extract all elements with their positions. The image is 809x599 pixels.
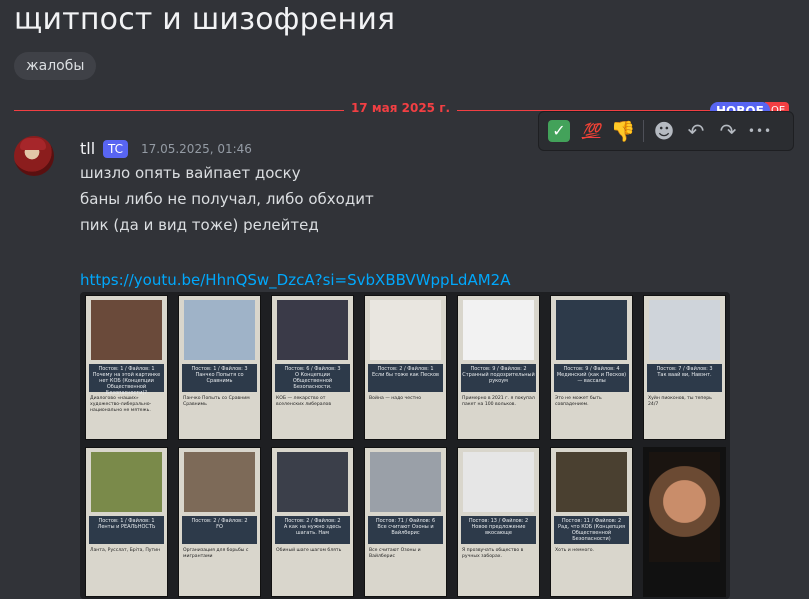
collage-text: КОБ — лекарство от вселенских либералов	[276, 396, 332, 407]
collage-text: Это не может быть совпадением.	[555, 396, 602, 407]
collage-caption: Постов: 7 / Файлов: 3 Так ваай ви, Навэн…	[647, 364, 722, 392]
collage-text: Диалогово «наших» художество-либерально-…	[90, 396, 152, 413]
collage-text: Все считают Озоны и Вайлберис	[369, 548, 421, 559]
collage-caption: Постов: 1 / Файлов: 3 Панчко Попытя со С…	[182, 364, 257, 392]
reply-button[interactable]: ↶	[680, 115, 712, 147]
thumbs-down-icon: 👎	[610, 119, 636, 143]
channel-tag[interactable]: жалобы	[14, 52, 97, 80]
collage-card: Постов: 2 / Файлов: 1 Если бы тоже как П…	[364, 295, 447, 440]
collage-thumbnail	[556, 452, 627, 512]
collage-card: Постов: 9 / Файлов: 4 Мединский (как и П…	[550, 295, 633, 440]
add-reaction-button[interactable]: ☻	[648, 115, 680, 147]
collage-text: Хуйн пиоконов, ты теперь 24/7	[648, 396, 712, 407]
collage-caption: Постов: 2 / Файлов: 1 Если бы тоже как П…	[368, 364, 443, 392]
collage-thumbnail	[370, 452, 441, 512]
collage-caption: Постов: 2 / Файлов: 2 FO	[182, 516, 257, 544]
date-divider-left	[14, 110, 344, 111]
message-line: шизло опять вайпает доску	[80, 164, 301, 182]
collage-thumbnail	[91, 300, 162, 360]
collage-caption: Постов: 11 / Файлов: 2 Рад, что КОБ (Кон…	[554, 516, 629, 544]
collage-card: Постов: 1 / Файлов: 1 Почему на этой кар…	[85, 295, 168, 440]
message-timestamp: 17.05.2025, 01:46	[141, 142, 252, 156]
image-attachment[interactable]: Постов: 1 / Файлов: 1 Почему на этой кар…	[80, 292, 730, 599]
collage-thumbnail	[277, 300, 348, 360]
collage-text: Война — надо честно	[369, 396, 422, 401]
collage-text: Организация для борьбы с мигрантами	[183, 548, 249, 559]
collage-caption: Постов: 71 / Файлов: 6 Все считают Озоны…	[368, 516, 443, 544]
collage-card: Постов: 2 / Файлов: 1	[643, 447, 726, 597]
collage-card: Постов: 2 / Файлов: 2 FO Организация для …	[178, 447, 261, 597]
collage-thumbnail	[184, 452, 255, 512]
youtube-link[interactable]: https://youtu.be/HhnQSw_DzcA?si=SvbXBBVW…	[80, 271, 510, 289]
collage-text: Я прозвучать общество в ручных заборах.	[462, 548, 524, 559]
collage-thumbnail	[463, 452, 534, 512]
collage-card: Постов: 13 / Файлов: 2 Новое предложение…	[457, 447, 540, 597]
author-tag-badge[interactable]: TC	[103, 140, 129, 158]
collage-caption: Постов: 9 / Файлов: 2 Странный подозрите…	[461, 364, 536, 392]
collage-caption: Постов: 2 / Файлов: 2 А как на нужно зде…	[275, 516, 350, 544]
message-line: баны либо не получал, либо обходит	[80, 190, 374, 208]
forward-button[interactable]: ↷	[712, 115, 744, 147]
collage-text: Хоть и немного.	[555, 548, 595, 553]
collage-text: Ланта, Русслат, Бріта, Путин	[90, 548, 161, 553]
collage-text: Обиный шаге шагом блять	[276, 548, 342, 553]
collage-text: Панчко Попыть со Сравним Сравнимь	[183, 396, 250, 407]
collage-card: Постов: 11 / Файлов: 2 Рад, что КОБ (Кон…	[550, 447, 633, 597]
forward-icon: ↷	[719, 119, 737, 143]
message-line: пик (да и вид тоже) релейтед	[80, 216, 319, 234]
collage-caption: Постов: 6 / Файлов: 3 О Концепции Общест…	[275, 364, 350, 392]
more-button[interactable]: •••	[744, 115, 776, 147]
collage-card: Постов: 1 / Файлов: 3 Панчко Попытя со С…	[178, 295, 261, 440]
date-divider-label: 17 мая 2025 г.	[350, 101, 451, 115]
collage-thumbnail	[463, 300, 534, 360]
white-check-mark-icon: ✓	[548, 120, 570, 142]
collage-card: Постов: 6 / Файлов: 3 О Концепции Общест…	[271, 295, 354, 440]
collage-thumbnail	[184, 300, 255, 360]
collage-card: Постов: 9 / Файлов: 2 Странный подозрите…	[457, 295, 540, 440]
collage-caption: Постов: 1 / Файлов: 1 Почему на этой кар…	[89, 364, 164, 396]
collage-thumbnail	[277, 452, 348, 512]
collage-card: Постов: 1 / Файлов: 1 Ленты и РЕАЛЬНОСТЬ…	[85, 447, 168, 597]
collage-card: Постов: 2 / Файлов: 2 А как на нужно зде…	[271, 447, 354, 597]
react-check-button[interactable]: ✓	[543, 115, 575, 147]
react-thumbs-down-button[interactable]: 👎	[607, 115, 639, 147]
author-name[interactable]: tll	[80, 139, 95, 158]
toolbar-separator	[643, 120, 644, 142]
collage-thumbnail	[649, 300, 720, 360]
hundred-icon: 💯	[581, 122, 601, 140]
reply-icon: ↶	[687, 119, 705, 143]
emoji-icon: ☻	[653, 119, 675, 143]
collage-card: Постов: 7 / Файлов: 3 Так ваай ви, Навэн…	[643, 295, 726, 440]
channel-title: щитпост и шизофрения	[14, 2, 396, 37]
collage-card: Постов: 71 / Файлов: 6 Все считают Озоны…	[364, 447, 447, 597]
more-icon: •••	[747, 124, 773, 138]
collage-thumbnail	[91, 452, 162, 512]
collage-thumbnail	[370, 300, 441, 360]
react-hundred-button[interactable]: 💯	[575, 115, 607, 147]
collage-caption: Постов: 9 / Файлов: 4 Мединский (как и П…	[554, 364, 629, 392]
collage-caption: Постов: 13 / Файлов: 2 Новое предложение…	[461, 516, 536, 544]
avatar[interactable]	[14, 136, 54, 176]
message-hover-toolbar: ✓ 💯 👎 ☻ ↶ ↷ •••	[538, 111, 794, 151]
collage-thumbnail	[649, 452, 720, 562]
collage-thumbnail	[556, 300, 627, 360]
collage-caption: Постов: 1 / Файлов: 1 Ленты и РЕАЛЬНОСТЬ	[89, 516, 164, 544]
collage-text: Примерно в 2021 г. я покупал пакет на 10…	[462, 396, 535, 407]
